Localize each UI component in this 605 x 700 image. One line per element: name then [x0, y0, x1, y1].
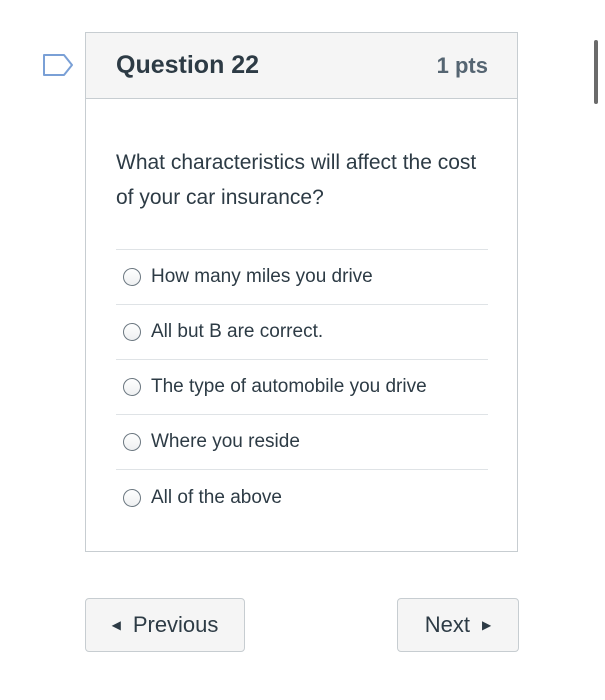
question-body: What characteristics will affect the cos… [86, 99, 517, 525]
radio-button[interactable] [123, 323, 141, 341]
radio-button[interactable] [123, 378, 141, 396]
previous-label: Previous [132, 612, 219, 637]
question-points: 1 pts [436, 52, 488, 78]
answer-option[interactable]: All of the above [116, 470, 488, 525]
next-button[interactable]: Next ▶ [397, 598, 519, 652]
radio-button[interactable] [123, 268, 141, 286]
radio-button[interactable] [123, 488, 141, 507]
answer-label[interactable]: All of the above [151, 487, 282, 509]
caret-right-icon: ▶ [482, 618, 492, 632]
next-label: Next [424, 612, 470, 637]
answer-option[interactable]: Where you reside [116, 415, 488, 470]
previous-button[interactable]: ◀ Previous [85, 598, 245, 652]
caret-left-icon: ◀ [111, 618, 121, 632]
flag-question-icon[interactable] [42, 53, 74, 77]
answer-option[interactable]: How many miles you drive [116, 250, 488, 305]
question-card: Question 22 1 pts What characteristics w… [85, 32, 518, 552]
scrollbar[interactable] [594, 40, 598, 104]
answer-option[interactable]: The type of automobile you drive [116, 360, 488, 415]
answer-option[interactable]: All but B are correct. [116, 305, 488, 360]
answer-label[interactable]: How many miles you drive [151, 266, 373, 288]
question-title: Question 22 [116, 51, 260, 79]
question-text: What characteristics will affect the cos… [116, 151, 477, 209]
radio-button[interactable] [123, 433, 141, 451]
answer-label[interactable]: The type of automobile you drive [151, 376, 427, 398]
answer-label[interactable]: Where you reside [151, 431, 300, 453]
answer-list: How many miles you drive All but B are c… [116, 249, 488, 525]
question-header: Question 22 1 pts [86, 33, 517, 99]
answer-label[interactable]: All but B are correct. [151, 321, 323, 343]
